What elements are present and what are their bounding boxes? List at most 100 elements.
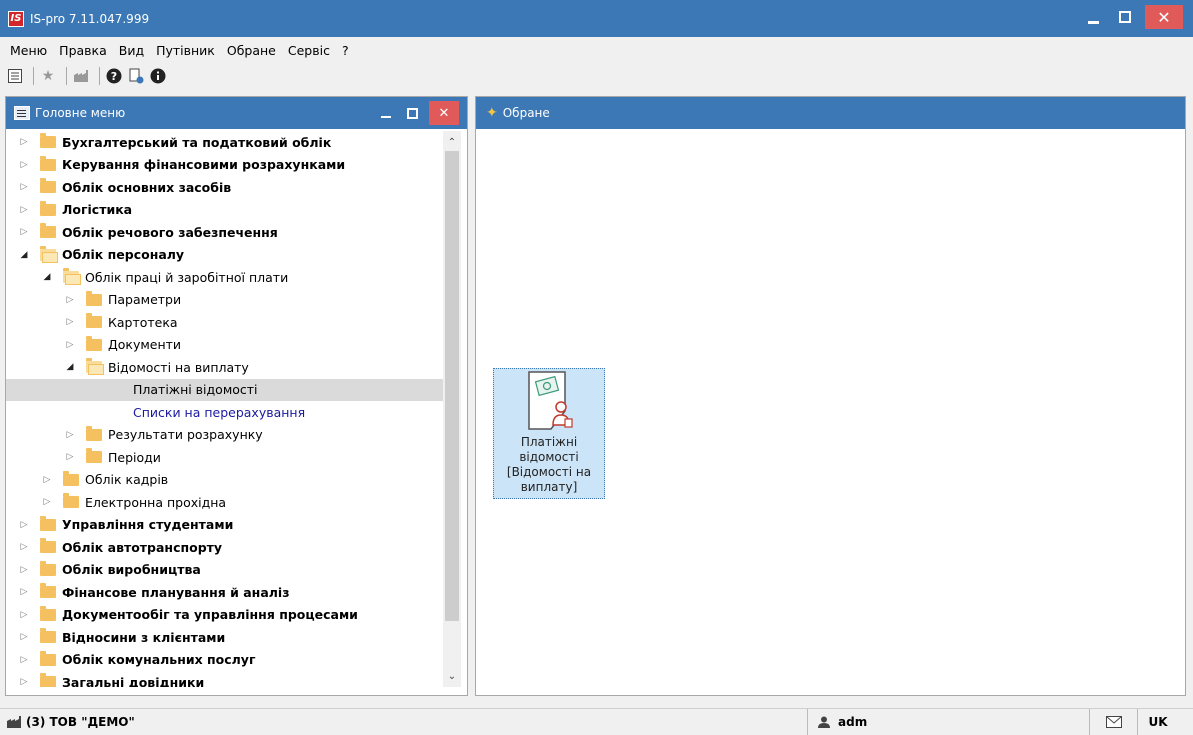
expand-arrow-icon[interactable]: ▷ <box>18 587 30 597</box>
tree-item[interactable]: ▷ Фінансове планування й аналіз <box>6 581 444 604</box>
factory-icon[interactable] <box>72 67 90 85</box>
tree-scrollbar[interactable]: ⌃ ⌄ <box>443 131 461 687</box>
tree-item[interactable]: ▷ Бухгалтерський та податковий облік <box>6 131 444 154</box>
folder-icon <box>40 650 56 666</box>
menu-item-guide[interactable]: Путівник <box>150 43 221 58</box>
star-icon[interactable]: ★ <box>39 67 57 85</box>
folder-icon <box>40 223 56 239</box>
collapse-arrow-icon[interactable]: ◢ <box>41 272 53 282</box>
tree-item[interactable]: ◢ Облік праці й заробітної плати <box>6 266 444 289</box>
scrollbar-thumb[interactable] <box>445 151 459 621</box>
tree-item[interactable]: ▷ Періоди <box>6 446 444 469</box>
tree-item-label: Списки на перерахування <box>133 404 306 420</box>
expand-arrow-icon[interactable]: ▷ <box>64 340 76 350</box>
tree-item[interactable]: ◢ Облік персоналу <box>6 244 444 267</box>
panel-minimize-button[interactable] <box>373 101 399 125</box>
language-indicator[interactable]: UK <box>1138 709 1178 735</box>
menu-item-help[interactable]: ? <box>336 43 355 58</box>
menu-item-favorites[interactable]: Обране <box>221 43 282 58</box>
folder-icon <box>40 583 56 599</box>
folder-icon <box>40 560 56 576</box>
menu-tree: ▷ Бухгалтерський та податковий облік ▷ Керу… <box>6 131 444 687</box>
tree-item[interactable]: ▷ Документи <box>6 334 444 357</box>
expand-arrow-icon[interactable]: ▷ <box>64 452 76 462</box>
tree-item[interactable]: Платіжні відомості <box>6 378 444 401</box>
maximize-button[interactable] <box>1109 5 1141 29</box>
tree-item[interactable]: ▷ Електронна прохідна <box>6 491 444 514</box>
main-menu-icon[interactable] <box>6 67 24 85</box>
tree-item[interactable]: ▷ Облік кадрів <box>6 469 444 492</box>
tree-item-label: Параметри <box>108 292 182 308</box>
tree-item[interactable]: ▷ Облік основних засобів <box>6 176 444 199</box>
tree-item[interactable]: ▷ Картотека <box>6 311 444 334</box>
tree-item[interactable]: ▷ Відносини з клієнтами <box>6 626 444 649</box>
tree-item[interactable]: Списки на перерахування <box>6 401 444 424</box>
folder-icon <box>40 538 56 554</box>
expand-arrow-icon[interactable]: ▷ <box>18 137 30 147</box>
expand-arrow-icon[interactable]: ▷ <box>18 160 30 170</box>
panel-close-button[interactable]: ✕ <box>429 101 459 125</box>
expand-arrow-icon[interactable]: ▷ <box>18 520 30 530</box>
tile-label-line: Платіжні <box>520 435 578 449</box>
tile-label-line: виплату] <box>520 480 578 494</box>
tree-item[interactable]: ▷ Облік автотранспорту <box>6 536 444 559</box>
expand-arrow-icon[interactable]: ▷ <box>64 430 76 440</box>
expand-arrow-icon[interactable]: ▷ <box>64 317 76 327</box>
tree-item[interactable]: ◢ Відомості на виплату <box>6 356 444 379</box>
toolbar-separator <box>99 67 100 85</box>
tree-item[interactable]: ▷ Облік комунальних послуг <box>6 649 444 672</box>
expand-arrow-icon[interactable]: ▷ <box>18 565 30 575</box>
document-settings-icon[interactable] <box>127 67 145 85</box>
tree-item[interactable]: ▷ Облік речового забезпечення <box>6 221 444 244</box>
help-icon[interactable]: ? <box>105 67 123 85</box>
expand-arrow-icon[interactable]: ▷ <box>18 677 30 687</box>
tree-item[interactable]: ▷ Управління студентами <box>6 514 444 537</box>
menu-item-view[interactable]: Вид <box>113 43 150 58</box>
expand-arrow-icon[interactable]: ▷ <box>64 295 76 305</box>
expand-arrow-icon[interactable]: ▷ <box>18 182 30 192</box>
mail-icon[interactable] <box>1090 709 1138 735</box>
tree-item[interactable]: ▷ Результати розрахунку <box>6 424 444 447</box>
tree-item[interactable]: ▷ Облік виробництва <box>6 559 444 582</box>
status-user[interactable]: adm <box>808 709 1090 735</box>
collapse-arrow-icon[interactable]: ◢ <box>18 250 30 260</box>
payment-document-icon <box>525 371 573 431</box>
tree-item[interactable]: ▷ Параметри <box>6 289 444 312</box>
scroll-down-icon[interactable]: ⌄ <box>443 667 461 685</box>
expand-arrow-icon[interactable]: ▷ <box>18 205 30 215</box>
user-name: adm <box>838 715 868 729</box>
favorites-panel: ✦ Обране Платіжні відомості [Відомості н… <box>475 96 1186 696</box>
expand-arrow-icon[interactable]: ▷ <box>41 497 53 507</box>
tree-item-label: Документообіг та управління процесами <box>62 607 358 623</box>
tree-item[interactable]: ▷ Загальні довідники <box>6 671 444 687</box>
expand-arrow-icon[interactable]: ▷ <box>18 542 30 552</box>
tree-item[interactable]: ▷ Логістика <box>6 199 444 222</box>
minimize-button[interactable] <box>1077 5 1109 29</box>
expand-arrow-icon[interactable]: ▷ <box>18 227 30 237</box>
tree-item-label: Облік речового забезпечення <box>62 224 278 240</box>
collapse-arrow-icon[interactable]: ◢ <box>64 362 76 372</box>
menu-item-menu[interactable]: Меню <box>4 43 53 58</box>
tree-item[interactable]: ▷ Керування фінансовими розрахунками <box>6 154 444 177</box>
menu-item-service[interactable]: Сервіс <box>282 43 336 58</box>
panel-controls: ✕ <box>373 101 459 125</box>
tree-item-label: Платіжні відомості <box>133 382 258 398</box>
window-title: IS-pro 7.11.047.999 <box>30 11 150 26</box>
close-button[interactable]: ✕ <box>1145 5 1183 29</box>
expand-arrow-icon[interactable]: ▷ <box>18 632 30 642</box>
scroll-up-icon[interactable]: ⌃ <box>443 133 461 151</box>
status-company[interactable]: (3) ТОВ "ДЕМО" <box>0 709 808 735</box>
expand-arrow-icon[interactable]: ▷ <box>18 610 30 620</box>
expand-arrow-icon[interactable]: ▷ <box>41 475 53 485</box>
tree-item-label: Облік персоналу <box>62 247 185 263</box>
panel-maximize-button[interactable] <box>399 101 425 125</box>
tree-item[interactable]: ▷ Документообіг та управління процесами <box>6 604 444 627</box>
status-bar: (3) ТОВ "ДЕМО" adm UK <box>0 708 1193 735</box>
menu-item-edit[interactable]: Правка <box>53 43 113 58</box>
tree-item-label: Періоди <box>108 449 161 465</box>
tree-item-label: Відносини з клієнтами <box>62 629 226 645</box>
expand-arrow-icon[interactable]: ▷ <box>18 655 30 665</box>
tree-item-label: Документи <box>108 337 182 353</box>
favorite-tile-payment-statements[interactable]: Платіжні відомості [Відомості на виплату… <box>493 368 605 499</box>
info-icon[interactable] <box>149 67 167 85</box>
